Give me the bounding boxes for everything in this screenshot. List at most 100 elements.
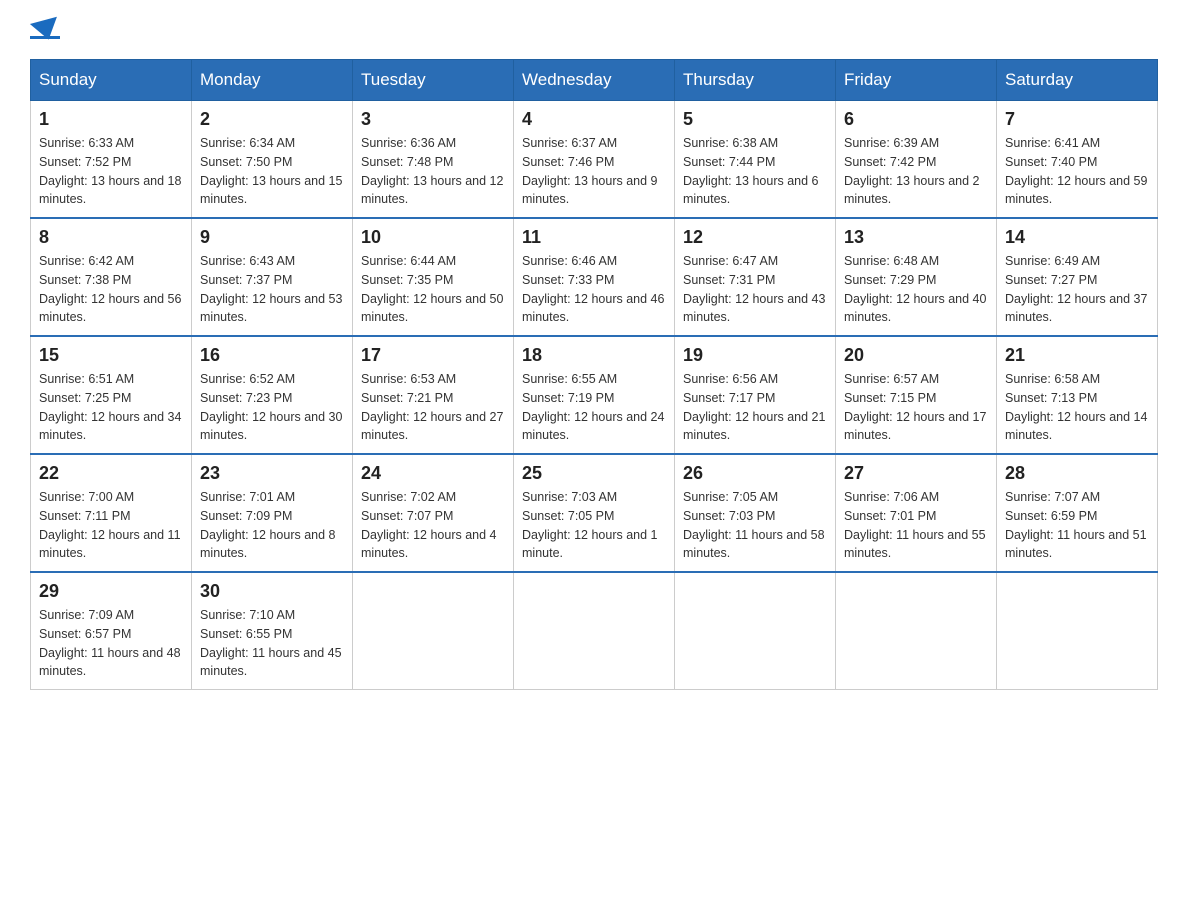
day-info: Sunrise: 7:05 AM Sunset: 7:03 PM Dayligh… [683, 488, 827, 563]
weekday-header-saturday: Saturday [997, 60, 1158, 101]
calendar-cell: 8 Sunrise: 6:42 AM Sunset: 7:38 PM Dayli… [31, 218, 192, 336]
logo [30, 20, 60, 39]
day-info: Sunrise: 7:02 AM Sunset: 7:07 PM Dayligh… [361, 488, 505, 563]
day-info: Sunrise: 6:57 AM Sunset: 7:15 PM Dayligh… [844, 370, 988, 445]
day-number: 22 [39, 463, 183, 484]
day-info: Sunrise: 6:38 AM Sunset: 7:44 PM Dayligh… [683, 134, 827, 209]
day-number: 13 [844, 227, 988, 248]
calendar-cell: 27 Sunrise: 7:06 AM Sunset: 7:01 PM Dayl… [836, 454, 997, 572]
calendar-cell: 18 Sunrise: 6:55 AM Sunset: 7:19 PM Dayl… [514, 336, 675, 454]
day-number: 21 [1005, 345, 1149, 366]
weekday-header-thursday: Thursday [675, 60, 836, 101]
weekday-header-tuesday: Tuesday [353, 60, 514, 101]
calendar-cell: 25 Sunrise: 7:03 AM Sunset: 7:05 PM Dayl… [514, 454, 675, 572]
calendar-cell: 13 Sunrise: 6:48 AM Sunset: 7:29 PM Dayl… [836, 218, 997, 336]
logo-triangle-icon [30, 17, 62, 44]
calendar-cell: 5 Sunrise: 6:38 AM Sunset: 7:44 PM Dayli… [675, 101, 836, 219]
calendar-cell: 21 Sunrise: 6:58 AM Sunset: 7:13 PM Dayl… [997, 336, 1158, 454]
day-info: Sunrise: 6:39 AM Sunset: 7:42 PM Dayligh… [844, 134, 988, 209]
calendar-cell: 17 Sunrise: 6:53 AM Sunset: 7:21 PM Dayl… [353, 336, 514, 454]
day-number: 14 [1005, 227, 1149, 248]
day-number: 26 [683, 463, 827, 484]
calendar-cell: 9 Sunrise: 6:43 AM Sunset: 7:37 PM Dayli… [192, 218, 353, 336]
calendar-cell: 30 Sunrise: 7:10 AM Sunset: 6:55 PM Dayl… [192, 572, 353, 690]
day-number: 15 [39, 345, 183, 366]
calendar-cell: 11 Sunrise: 6:46 AM Sunset: 7:33 PM Dayl… [514, 218, 675, 336]
calendar-cell: 2 Sunrise: 6:34 AM Sunset: 7:50 PM Dayli… [192, 101, 353, 219]
day-number: 30 [200, 581, 344, 602]
day-number: 3 [361, 109, 505, 130]
calendar-cell: 20 Sunrise: 6:57 AM Sunset: 7:15 PM Dayl… [836, 336, 997, 454]
day-number: 10 [361, 227, 505, 248]
day-number: 29 [39, 581, 183, 602]
day-info: Sunrise: 6:53 AM Sunset: 7:21 PM Dayligh… [361, 370, 505, 445]
day-info: Sunrise: 7:09 AM Sunset: 6:57 PM Dayligh… [39, 606, 183, 681]
calendar-cell: 24 Sunrise: 7:02 AM Sunset: 7:07 PM Dayl… [353, 454, 514, 572]
day-info: Sunrise: 6:48 AM Sunset: 7:29 PM Dayligh… [844, 252, 988, 327]
calendar-cell: 6 Sunrise: 6:39 AM Sunset: 7:42 PM Dayli… [836, 101, 997, 219]
calendar-cell [675, 572, 836, 690]
calendar-cell: 16 Sunrise: 6:52 AM Sunset: 7:23 PM Dayl… [192, 336, 353, 454]
weekday-header-row: SundayMondayTuesdayWednesdayThursdayFrid… [31, 60, 1158, 101]
day-number: 20 [844, 345, 988, 366]
page-header [30, 20, 1158, 39]
calendar-week-row: 29 Sunrise: 7:09 AM Sunset: 6:57 PM Dayl… [31, 572, 1158, 690]
day-number: 18 [522, 345, 666, 366]
day-number: 16 [200, 345, 344, 366]
day-number: 4 [522, 109, 666, 130]
day-info: Sunrise: 6:49 AM Sunset: 7:27 PM Dayligh… [1005, 252, 1149, 327]
day-number: 8 [39, 227, 183, 248]
day-number: 23 [200, 463, 344, 484]
day-number: 28 [1005, 463, 1149, 484]
weekday-header-monday: Monday [192, 60, 353, 101]
calendar-cell: 19 Sunrise: 6:56 AM Sunset: 7:17 PM Dayl… [675, 336, 836, 454]
day-info: Sunrise: 6:58 AM Sunset: 7:13 PM Dayligh… [1005, 370, 1149, 445]
calendar-cell: 10 Sunrise: 6:44 AM Sunset: 7:35 PM Dayl… [353, 218, 514, 336]
weekday-header-friday: Friday [836, 60, 997, 101]
day-info: Sunrise: 6:47 AM Sunset: 7:31 PM Dayligh… [683, 252, 827, 327]
calendar-cell [836, 572, 997, 690]
calendar-cell: 28 Sunrise: 7:07 AM Sunset: 6:59 PM Dayl… [997, 454, 1158, 572]
day-number: 5 [683, 109, 827, 130]
calendar-cell: 23 Sunrise: 7:01 AM Sunset: 7:09 PM Dayl… [192, 454, 353, 572]
calendar-cell [997, 572, 1158, 690]
calendar-cell: 12 Sunrise: 6:47 AM Sunset: 7:31 PM Dayl… [675, 218, 836, 336]
day-info: Sunrise: 7:10 AM Sunset: 6:55 PM Dayligh… [200, 606, 344, 681]
calendar-cell [514, 572, 675, 690]
day-number: 25 [522, 463, 666, 484]
day-info: Sunrise: 7:06 AM Sunset: 7:01 PM Dayligh… [844, 488, 988, 563]
calendar-week-row: 22 Sunrise: 7:00 AM Sunset: 7:11 PM Dayl… [31, 454, 1158, 572]
day-info: Sunrise: 6:52 AM Sunset: 7:23 PM Dayligh… [200, 370, 344, 445]
day-number: 2 [200, 109, 344, 130]
calendar-week-row: 15 Sunrise: 6:51 AM Sunset: 7:25 PM Dayl… [31, 336, 1158, 454]
day-info: Sunrise: 6:34 AM Sunset: 7:50 PM Dayligh… [200, 134, 344, 209]
day-info: Sunrise: 6:43 AM Sunset: 7:37 PM Dayligh… [200, 252, 344, 327]
calendar-cell: 15 Sunrise: 6:51 AM Sunset: 7:25 PM Dayl… [31, 336, 192, 454]
calendar-cell: 22 Sunrise: 7:00 AM Sunset: 7:11 PM Dayl… [31, 454, 192, 572]
calendar-cell [353, 572, 514, 690]
day-info: Sunrise: 6:46 AM Sunset: 7:33 PM Dayligh… [522, 252, 666, 327]
day-info: Sunrise: 6:56 AM Sunset: 7:17 PM Dayligh… [683, 370, 827, 445]
day-info: Sunrise: 6:55 AM Sunset: 7:19 PM Dayligh… [522, 370, 666, 445]
day-info: Sunrise: 7:00 AM Sunset: 7:11 PM Dayligh… [39, 488, 183, 563]
day-info: Sunrise: 6:44 AM Sunset: 7:35 PM Dayligh… [361, 252, 505, 327]
calendar-cell: 26 Sunrise: 7:05 AM Sunset: 7:03 PM Dayl… [675, 454, 836, 572]
calendar-week-row: 8 Sunrise: 6:42 AM Sunset: 7:38 PM Dayli… [31, 218, 1158, 336]
day-number: 9 [200, 227, 344, 248]
calendar-table: SundayMondayTuesdayWednesdayThursdayFrid… [30, 59, 1158, 690]
day-number: 6 [844, 109, 988, 130]
calendar-cell: 29 Sunrise: 7:09 AM Sunset: 6:57 PM Dayl… [31, 572, 192, 690]
day-number: 24 [361, 463, 505, 484]
day-number: 19 [683, 345, 827, 366]
calendar-cell: 4 Sunrise: 6:37 AM Sunset: 7:46 PM Dayli… [514, 101, 675, 219]
calendar-cell: 14 Sunrise: 6:49 AM Sunset: 7:27 PM Dayl… [997, 218, 1158, 336]
calendar-cell: 7 Sunrise: 6:41 AM Sunset: 7:40 PM Dayli… [997, 101, 1158, 219]
calendar-cell: 3 Sunrise: 6:36 AM Sunset: 7:48 PM Dayli… [353, 101, 514, 219]
day-info: Sunrise: 6:42 AM Sunset: 7:38 PM Dayligh… [39, 252, 183, 327]
day-number: 12 [683, 227, 827, 248]
day-info: Sunrise: 6:33 AM Sunset: 7:52 PM Dayligh… [39, 134, 183, 209]
day-info: Sunrise: 6:36 AM Sunset: 7:48 PM Dayligh… [361, 134, 505, 209]
day-info: Sunrise: 7:01 AM Sunset: 7:09 PM Dayligh… [200, 488, 344, 563]
day-number: 17 [361, 345, 505, 366]
calendar-cell: 1 Sunrise: 6:33 AM Sunset: 7:52 PM Dayli… [31, 101, 192, 219]
